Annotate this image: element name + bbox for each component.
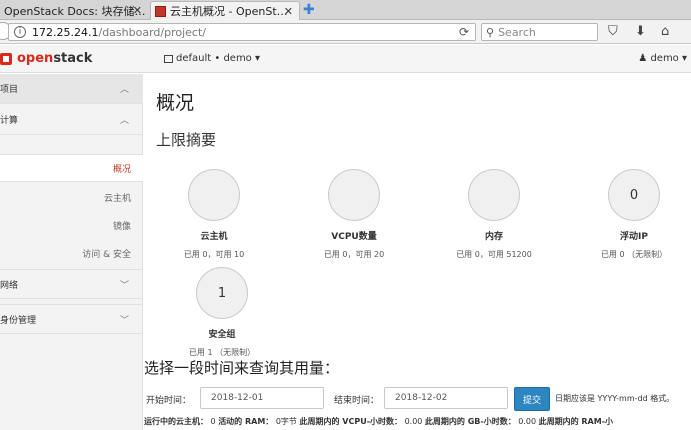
search-icon: ⚲ [486, 25, 495, 39]
openstack-logo-icon [0, 52, 12, 65]
limit-label: 安全组 [208, 330, 236, 340]
openstack-logo[interactable]: open stack [0, 51, 92, 66]
sidebar-group-label: 计算 [0, 116, 19, 126]
limit-vcpus: VCPU数量 已用 0，可用 20 [284, 169, 424, 260]
user-menu[interactable]: ♟ demo ▾ [638, 53, 687, 64]
chevron-down-icon: ﹀ [119, 315, 129, 326]
home-icon[interactable]: ⌂ [661, 24, 669, 39]
sidebar-group-project[interactable]: 项目 ︿ [0, 74, 143, 104]
limit-label: 云主机 [200, 232, 228, 242]
limits-section-title: 上限摘要 [156, 131, 217, 149]
limit-pie-chart [328, 169, 380, 221]
limit-usage-note: 已用 0，可用 51200 [456, 250, 532, 259]
sidebar-item-access-security[interactable]: 访问 & 安全 [0, 239, 143, 267]
openstack-header: open stack default • demo ▾ ♟ demo ▾ [0, 45, 691, 73]
limit-security-groups: 1 安全组 已用 1 （无限制） [152, 267, 292, 358]
start-date-input[interactable]: 2018-12-01 [200, 387, 324, 409]
sidebar-item-label: 镜像 [112, 221, 131, 232]
summary-label: 此周期内的 VCPU-小时数： [299, 417, 403, 426]
openstack-favicon-icon [155, 5, 166, 17]
sidebar-item-label: 访问 & 安全 [82, 249, 131, 260]
summary-label: 活动的 RAM： [218, 417, 274, 426]
search-input[interactable]: ⚲ Search [481, 23, 598, 41]
page-title: 概况 [156, 92, 195, 114]
end-date-label: 结束时间： [334, 396, 380, 406]
summary-value: 0.00 [518, 417, 537, 426]
sidebar: 项目 ︿ 计算 ︿ 概况 云主机 镜像 访问 & 安全 网络 ﹀ 身份管理 ﹀ [0, 74, 143, 430]
limit-pie-chart: 1 [196, 267, 248, 319]
summary-value: 0.00 [404, 417, 423, 426]
summary-value: 0字节 [275, 417, 297, 426]
close-icon[interactable]: ✕ [133, 4, 142, 17]
brand-text-stack: stack [53, 51, 93, 66]
limit-floating-ips: 0 浮动IP 已用 0 （无限制） [564, 169, 691, 260]
tab-label: OpenStack Docs: 块存储… [4, 4, 146, 18]
sidebar-item-images[interactable]: 镜像 [0, 211, 143, 239]
summary-label: 运行中的云主机： [144, 417, 208, 426]
chevron-up-icon: ︿ [119, 85, 129, 95]
limit-label: VCPU数量 [331, 232, 377, 242]
browser-nav-bar: i 172.25.24.1 /dashboard/project/ ⟳ ⚲ Se… [0, 20, 691, 44]
info-icon[interactable]: i [14, 26, 26, 38]
url-path: /dashboard/project/ [98, 25, 206, 39]
limit-label: 内存 [484, 232, 503, 242]
limit-usage-note: 已用 0，可用 10 [183, 250, 245, 259]
browser-tab-docs[interactable]: OpenStack Docs: 块存储… ✕ [0, 1, 148, 20]
tab-label: 云主机概况 - OpenSt… [170, 5, 288, 18]
main-content: 概况 上限摘要 云主机 已用 0，可用 10 VCPU数量 已用 0，可用 20… [144, 74, 691, 430]
chevron-down-icon: ﹀ [119, 280, 129, 291]
search-placeholder: Search [498, 25, 536, 39]
submit-button[interactable]: 提交 [514, 387, 550, 411]
end-date-input[interactable]: 2018-12-02 [384, 387, 508, 409]
url-host: 172.25.24.1 [32, 25, 99, 39]
limit-usage-note: 已用 0 （无限制） [600, 250, 668, 259]
reload-icon[interactable]: ⟳ [459, 25, 469, 39]
limit-usage-note: 已用 0，可用 20 [323, 250, 385, 259]
usage-summary: 运行中的云主机： 0 活动的 RAM： 0字节 此周期内的 VCPU-小时数： … [144, 416, 613, 427]
date-format-hint: 日期应该是 YYYY-mm-dd 格式。 [555, 394, 675, 403]
browser-tab-bar: OpenStack Docs: 块存储… ✕ 云主机概况 - OpenSt… ✕… [0, 0, 691, 20]
url-bar[interactable]: i 172.25.24.1 /dashboard/project/ ⟳ [8, 23, 476, 41]
browser-tab-overview[interactable]: 云主机概况 - OpenSt… ✕ [150, 1, 300, 20]
brand-text-open: open [17, 51, 54, 66]
sidebar-item-overview[interactable]: 概况 [0, 154, 143, 182]
limit-pie-chart [188, 169, 240, 221]
close-icon[interactable]: ✕ [284, 5, 293, 18]
sidebar-group-label: 项目 [0, 85, 19, 95]
sidebar-group-label: 网络 [0, 280, 19, 291]
sidebar-item-label: 云主机 [103, 193, 131, 204]
project-icon [164, 54, 173, 63]
summary-value: 0 [210, 417, 216, 426]
limit-label: 浮动IP [620, 232, 648, 242]
chevron-up-icon: ︿ [119, 116, 129, 126]
new-tab-icon[interactable]: ✚ [303, 2, 315, 18]
sidebar-group-identity[interactable]: 身份管理 ﹀ [0, 304, 143, 334]
limit-pie-chart [468, 169, 520, 221]
pocket-icon[interactable]: ⛉ [608, 24, 618, 39]
date-range-form: 开始时间： 2018-12-01 结束时间： 2018-12-02 提交 日期应… [144, 387, 691, 411]
download-icon[interactable]: ⬇ [635, 24, 646, 39]
sidebar-item-label: 概况 [112, 164, 131, 175]
sidebar-group-compute[interactable]: 计算 ︿ [0, 105, 143, 135]
start-date-label: 开始时间： [146, 396, 192, 406]
project-selector[interactable]: default • demo ▾ [164, 53, 260, 64]
usage-query-title: 选择一段时间来查询其用量： [144, 359, 340, 377]
summary-label: 此周期内的 GB-小时数： [424, 417, 516, 426]
sidebar-group-network[interactable]: 网络 ﹀ [0, 269, 143, 299]
limit-pie-chart: 0 [608, 169, 660, 221]
project-selector-label: default • demo ▾ [176, 53, 260, 64]
limit-ram: 内存 已用 0，可用 51200 [424, 169, 564, 260]
sidebar-item-instances[interactable]: 云主机 [0, 183, 143, 211]
limit-instances: 云主机 已用 0，可用 10 [144, 169, 284, 260]
sidebar-group-label: 身份管理 [0, 315, 37, 326]
summary-label: 此周期内的 RAM-小 [538, 417, 614, 426]
